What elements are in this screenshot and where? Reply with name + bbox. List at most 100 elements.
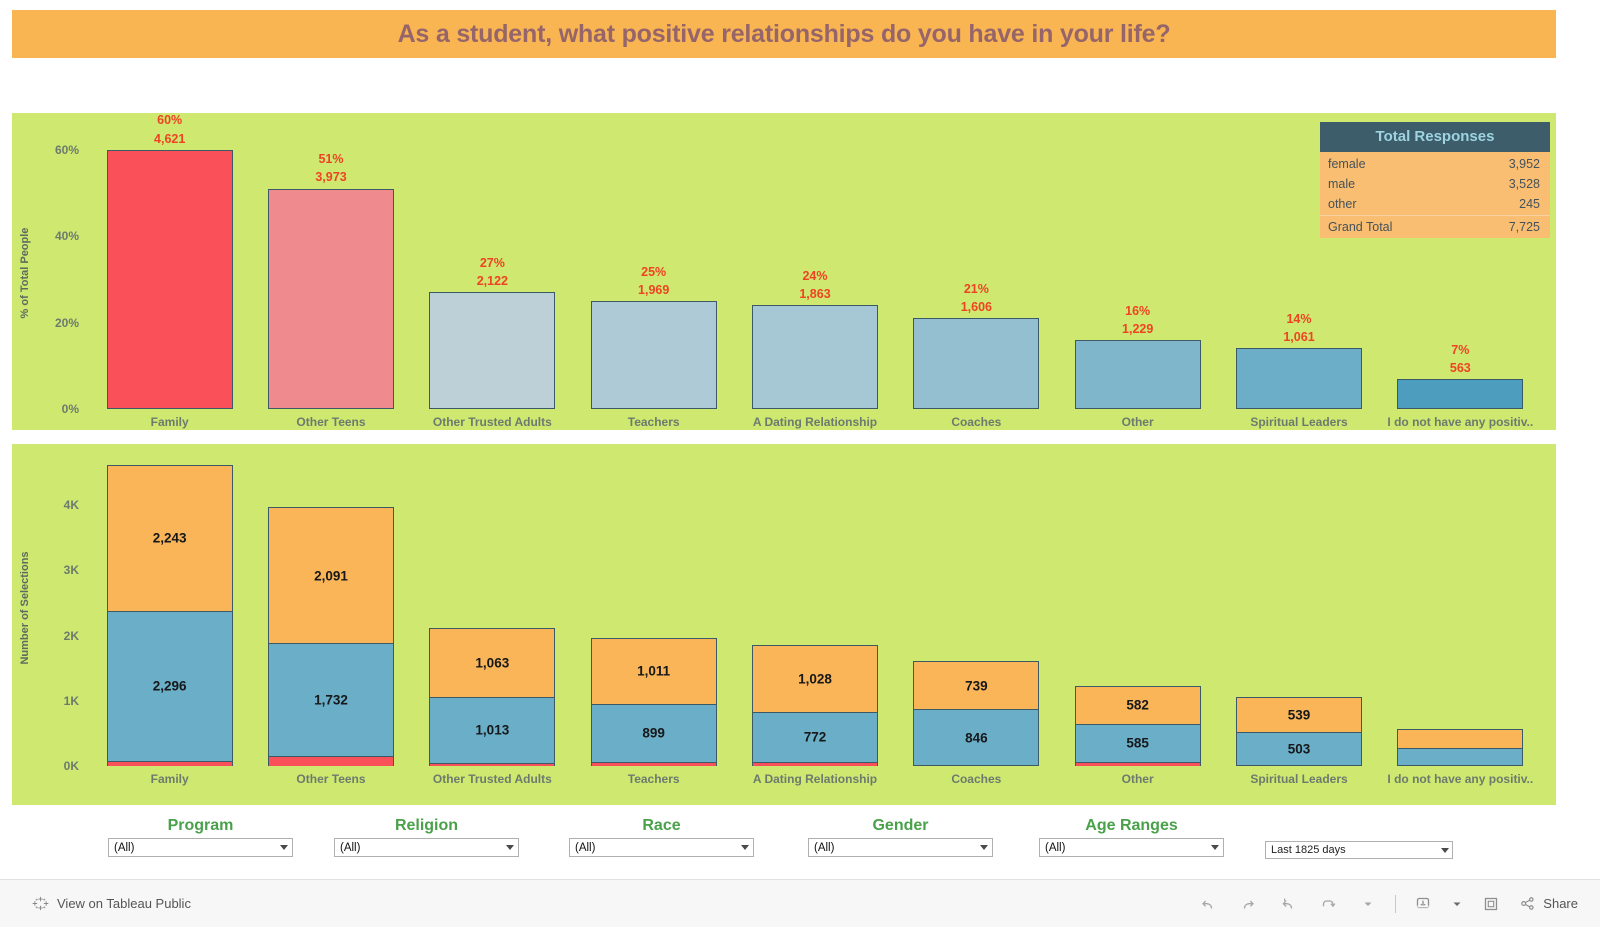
- date-range-filter[interactable]: Last 1825 days: [1265, 841, 1453, 859]
- bar-segment-female[interactable]: [1397, 729, 1524, 748]
- dashboard-root: As a student, what positive relationship…: [0, 0, 1600, 927]
- bar-value-labels: 51% 3,973: [315, 150, 346, 189]
- stacked-bar-column[interactable]: 1,063 1,013 Other Trusted Adults: [429, 453, 556, 786]
- bar-segment-female[interactable]: 1,011: [590, 637, 717, 704]
- filter-value: (All): [114, 841, 135, 854]
- stacked-bar-column[interactable]: I do not have any positiv..: [1387, 453, 1533, 786]
- bar-count-label: 1,969: [638, 282, 670, 297]
- filter-label: Program: [167, 817, 234, 834]
- segment-value-label: 503: [1287, 741, 1311, 757]
- bar-segment-female[interactable]: 2,243: [106, 464, 233, 611]
- filter-select[interactable]: (All): [808, 838, 993, 857]
- y-axis-tick: 3K: [63, 563, 79, 578]
- chevron-down-icon: [741, 845, 749, 850]
- bar-column[interactable]: 16% 1,229 Other: [1074, 141, 1201, 429]
- filter-select[interactable]: (All): [108, 838, 293, 857]
- fullscreen-icon[interactable]: [1478, 891, 1504, 917]
- refresh-icon[interactable]: [1315, 891, 1341, 917]
- bar-segment-male[interactable]: 2,296: [106, 610, 233, 761]
- bar-segment-female[interactable]: 739: [913, 661, 1040, 710]
- bar-segment-other[interactable]: [268, 756, 394, 766]
- bar-segment-male[interactable]: 1,013: [429, 696, 556, 764]
- stacked-bar-column[interactable]: 1,028 772 A Dating Relationship: [752, 453, 878, 786]
- segment-value-label: 585: [1126, 735, 1149, 751]
- total-responses-table: Total Responses female 3,952 male 3,528 othe…: [1320, 122, 1550, 238]
- revert-icon[interactable]: [1275, 891, 1301, 917]
- bar-rect[interactable]: 24% 1,863: [752, 269, 878, 409]
- bar-segment-male[interactable]: [1397, 747, 1524, 765]
- category-label: Other Teens: [296, 772, 366, 786]
- stacked-bar-column[interactable]: 2,243 2,296 Family: [106, 453, 233, 786]
- bar-column[interactable]: 21% 1,606 Coaches: [913, 141, 1040, 429]
- bar-rect[interactable]: 27% 2,122: [429, 256, 556, 409]
- bar-segment-female[interactable]: 539: [1236, 696, 1362, 732]
- filter-age-ranges: Age Ranges (All): [1039, 817, 1224, 857]
- view-on-tableau-public-link[interactable]: View on Tableau Public: [32, 895, 191, 912]
- y-axis-tick: 4K: [63, 498, 79, 513]
- bar-rect[interactable]: 16% 1,229: [1074, 304, 1201, 409]
- chevron-down-icon[interactable]: [1355, 891, 1381, 917]
- bar-percent-label: 16%: [1125, 303, 1151, 318]
- download-dropdown-icon[interactable]: [1450, 891, 1464, 917]
- share-button[interactable]: Share: [1518, 894, 1578, 913]
- bar-segment-male[interactable]: 503: [1236, 731, 1362, 765]
- bar-segment-female[interactable]: 1,028: [752, 644, 878, 712]
- bar-rect[interactable]: 14% 1,061: [1236, 312, 1362, 409]
- bar-rect[interactable]: 25% 1,969: [590, 265, 717, 409]
- y-axis-tick: 20%: [54, 315, 79, 330]
- bar-column[interactable]: 60% 4,621 Family: [106, 113, 233, 429]
- redo-icon[interactable]: [1235, 891, 1261, 917]
- category-label: Teachers: [627, 415, 680, 429]
- bar-percent-label: 25%: [641, 264, 667, 279]
- filter-select[interactable]: (All): [334, 838, 519, 857]
- stacked-bar-column[interactable]: 2,091 1,732 Other Teens: [268, 453, 394, 786]
- segment-value-label: 1,011: [637, 663, 671, 679]
- bar-count-label: 4,621: [154, 131, 186, 146]
- stacked-bar-column[interactable]: 582 585 Other: [1074, 453, 1201, 786]
- download-icon[interactable]: [1410, 891, 1436, 917]
- bar-count-label: 1,863: [799, 287, 831, 302]
- bar-percent-label: 60%: [157, 113, 183, 128]
- filter-label: Religion: [394, 817, 459, 834]
- bar-segment-female[interactable]: 2,091: [268, 506, 394, 644]
- filter-program: Program (All): [108, 817, 293, 857]
- segment-value-label: 739: [965, 678, 988, 694]
- bar-segment-male[interactable]: 1,732: [268, 643, 394, 757]
- category-label: Other: [1121, 772, 1154, 786]
- bar-count-label: 1,061: [1283, 330, 1315, 345]
- segment-value-label: 582: [1126, 697, 1149, 713]
- bar-rect[interactable]: 7% 563: [1397, 343, 1524, 409]
- segment-value-label: 772: [803, 729, 827, 745]
- filter-select[interactable]: (All): [1039, 838, 1224, 857]
- bar-segment-male[interactable]: 772: [752, 711, 878, 762]
- bar-value-labels: 27% 2,122: [477, 254, 508, 293]
- category-label: Teachers: [627, 772, 680, 786]
- stacked-bar-column[interactable]: 1,011 899 Teachers: [590, 453, 717, 786]
- bar-segment-female[interactable]: 1,063: [429, 627, 556, 697]
- stacked-bar-column[interactable]: 539 503 Spiritual Leaders: [1236, 453, 1362, 786]
- bar-column[interactable]: 51% 3,973 Other Teens: [268, 141, 394, 429]
- bar-column[interactable]: 25% 1,969 Teachers: [590, 141, 717, 429]
- bar-percent-label: 27%: [479, 256, 505, 271]
- bar-segment-male[interactable]: 846: [913, 709, 1040, 765]
- undo-icon[interactable]: [1195, 891, 1221, 917]
- segment-value-label: 539: [1287, 707, 1311, 723]
- category-label: A Dating Relationship: [752, 415, 878, 429]
- bar-segment-female[interactable]: 582: [1074, 685, 1201, 724]
- bar-column[interactable]: 27% 2,122 Other Trusted Adults: [429, 141, 556, 429]
- bar-segment-male[interactable]: 899: [590, 703, 717, 763]
- bar-rect[interactable]: 60% 4,621: [106, 113, 233, 409]
- filter-label: Age Ranges: [1085, 817, 1178, 834]
- bar-value-labels: 7% 563: [1450, 341, 1471, 380]
- filter-select[interactable]: (All): [569, 838, 754, 857]
- total-responses-grand-total-row: Grand Total 7,725: [1320, 215, 1550, 237]
- bar-rect[interactable]: 51% 3,973: [268, 152, 394, 409]
- bar-rect[interactable]: 21% 1,606: [913, 282, 1040, 409]
- segment-value-label: 1,063: [475, 655, 510, 671]
- bar-count-label: 563: [1449, 360, 1471, 375]
- bar-column[interactable]: 24% 1,863 A Dating Relationship: [752, 141, 878, 429]
- bar-segment-male[interactable]: 585: [1074, 723, 1201, 762]
- stacked-bar-column[interactable]: 739 846 Coaches: [913, 453, 1040, 786]
- category-label: I do not have any positiv..: [1387, 415, 1534, 429]
- category-label: Other Trusted Adults: [432, 772, 552, 786]
